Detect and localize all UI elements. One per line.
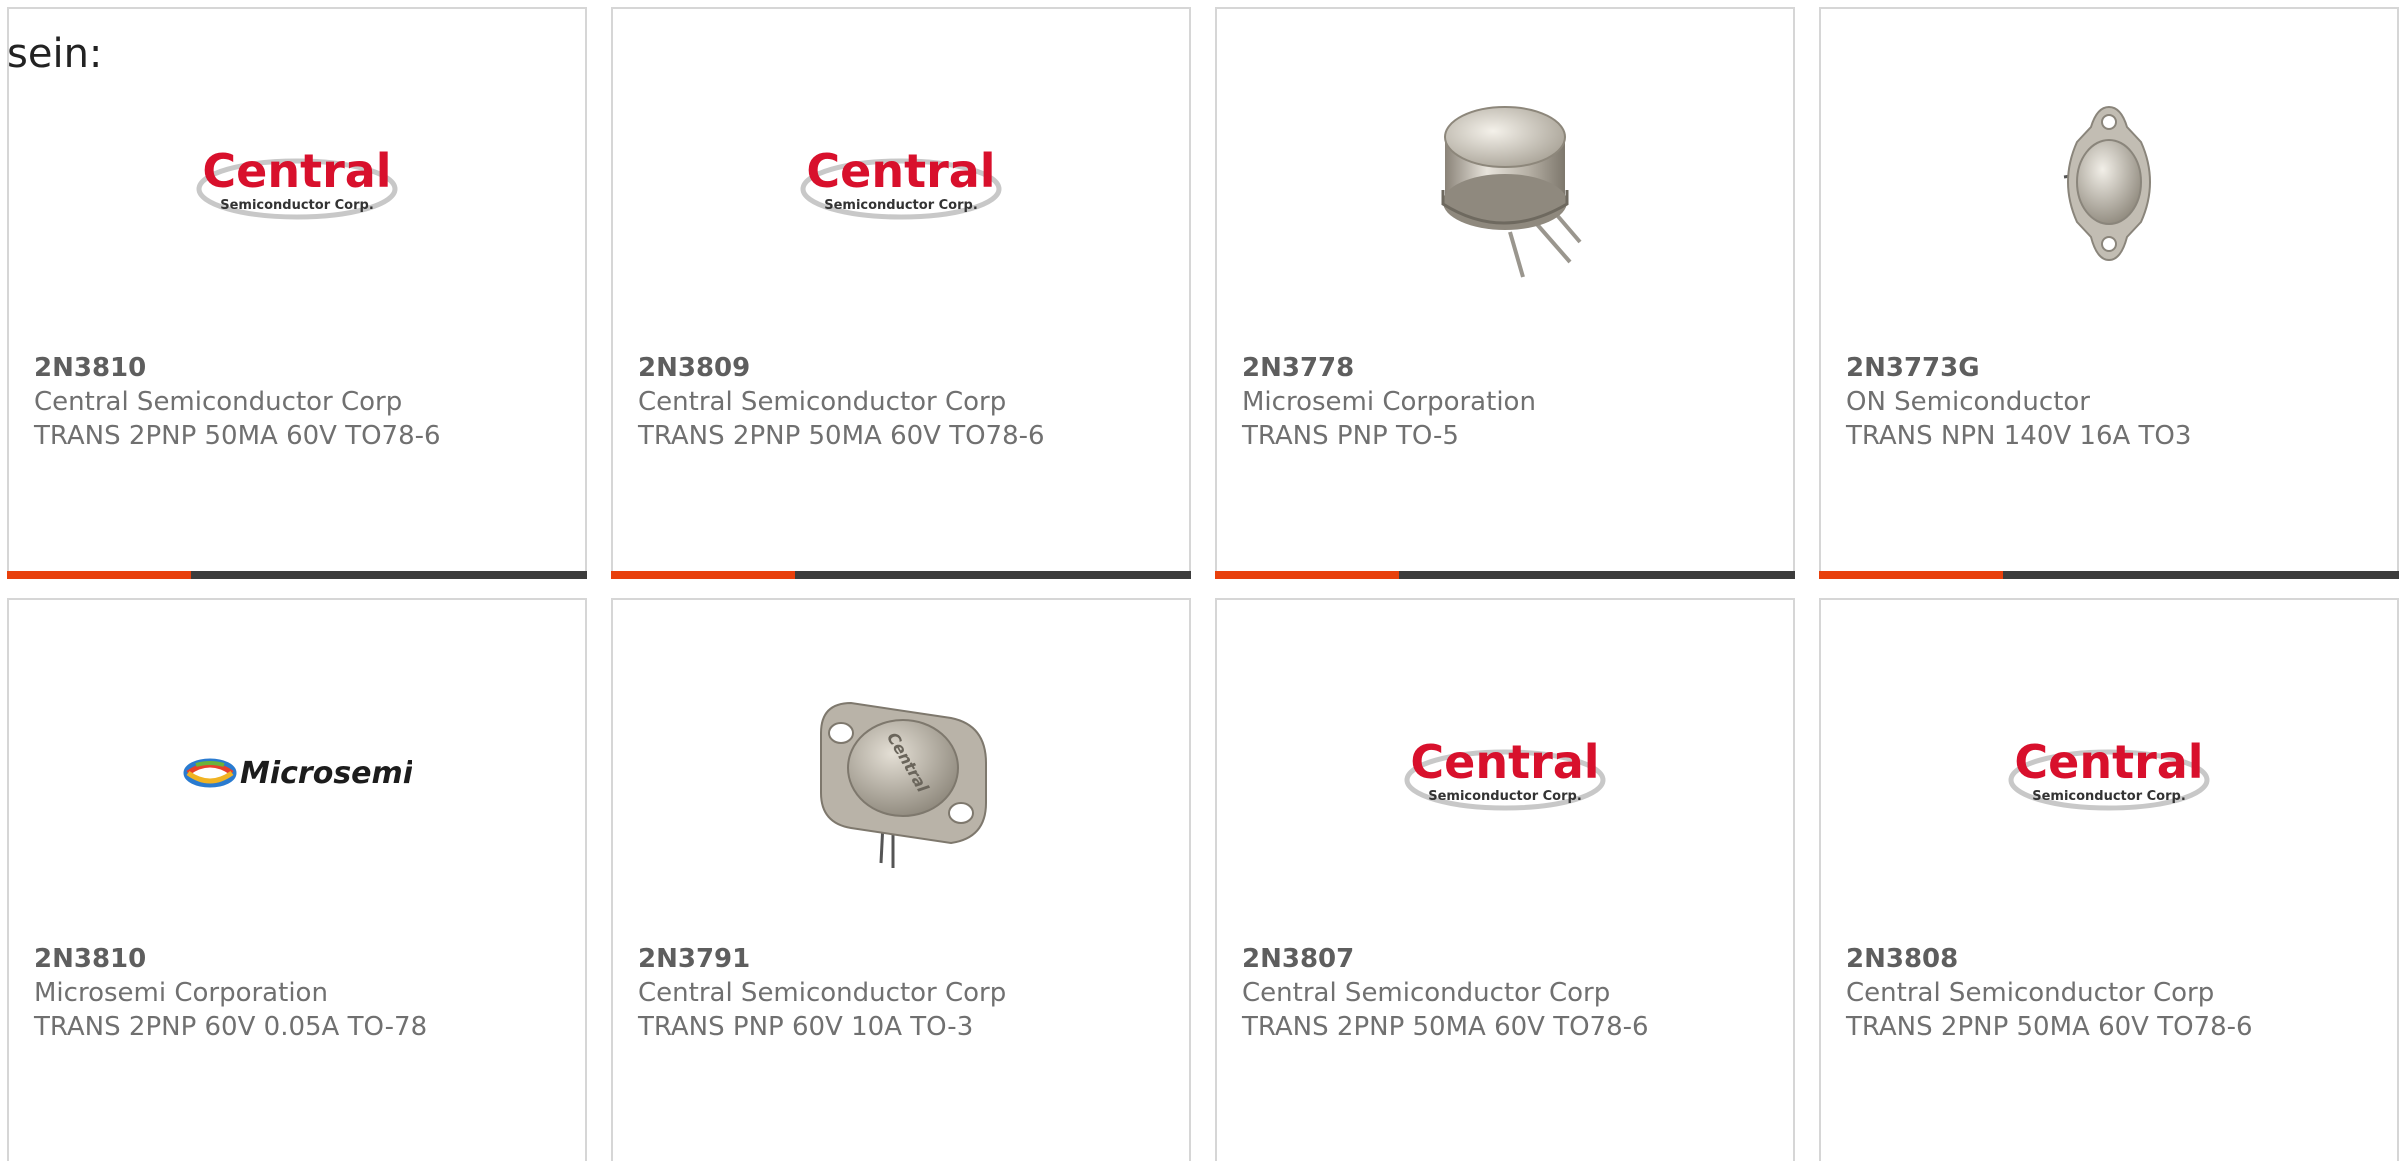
card-bar xyxy=(611,571,1191,579)
svg-text:Central: Central xyxy=(2014,735,2203,789)
card-bar xyxy=(7,571,587,579)
product-image: Central Semiconductor Corp. xyxy=(1217,660,1793,885)
description: TRANS 2PNP 50MA 60V TO78-6 xyxy=(1846,1012,2253,1042)
part-number[interactable]: 2N3808 xyxy=(1846,942,2379,976)
part-number[interactable]: 2N3810 xyxy=(34,942,567,976)
manufacturer: Central Semiconductor Corp xyxy=(34,387,403,417)
product-image: Microsemi xyxy=(9,660,585,885)
product-image: Central xyxy=(613,660,1189,885)
svg-text:Microsemi: Microsemi xyxy=(240,756,412,791)
product-info: 2N3808 Central Semiconductor Corp TRANS … xyxy=(1846,942,2379,1044)
svg-text:Central: Central xyxy=(806,144,995,198)
product-card[interactable]: Central Semiconductor Corp. 2N3808 Centr… xyxy=(1819,598,2399,1161)
product-card[interactable]: 2N3778 Microsemi Corporation TRANS PNP T… xyxy=(1215,7,1795,579)
part-number[interactable]: 2N3809 xyxy=(638,351,1171,385)
manufacturer: ON Semiconductor xyxy=(1846,387,2090,417)
description: TRANS 2PNP 60V 0.05A TO-78 xyxy=(34,1012,428,1042)
manufacturer: Central Semiconductor Corp xyxy=(1846,978,2215,1008)
card-bar-accent xyxy=(7,571,191,579)
svg-text:Semiconductor Corp.: Semiconductor Corp. xyxy=(1428,789,1582,804)
central-semiconductor-logo: Central Semiconductor Corp. xyxy=(196,144,398,219)
manufacturer: Microsemi Corporation xyxy=(34,978,328,1008)
description: TRANS NPN 140V 16A TO3 xyxy=(1846,421,2192,451)
central-semiconductor-logo: Central Semiconductor Corp. xyxy=(800,144,1002,219)
card-bar-accent xyxy=(1215,571,1399,579)
product-card[interactable]: Central Semiconductor Corp. 2N3809 Centr… xyxy=(611,7,1191,579)
card-bar xyxy=(1215,571,1795,579)
description: TRANS 2PNP 50MA 60V TO78-6 xyxy=(1242,1012,1649,1042)
card-bar xyxy=(1819,571,2399,579)
product-info: 2N3778 Microsemi Corporation TRANS PNP T… xyxy=(1242,351,1775,453)
manufacturer: Central Semiconductor Corp xyxy=(638,978,1007,1008)
product-card[interactable]: 2N3773G ON Semiconductor TRANS NPN 140V … xyxy=(1819,7,2399,579)
microsemi-logo: Microsemi xyxy=(183,756,412,791)
svg-text:Semiconductor Corp.: Semiconductor Corp. xyxy=(220,198,374,213)
manufacturer: Central Semiconductor Corp xyxy=(638,387,1007,417)
product-image xyxy=(1217,69,1793,294)
part-number[interactable]: 2N3810 xyxy=(34,351,567,385)
part-number[interactable]: 2N3807 xyxy=(1242,942,1775,976)
description: TRANS 2PNP 50MA 60V TO78-6 xyxy=(34,421,441,451)
to5-can-transistor-photo xyxy=(1441,105,1582,278)
to3-transistor-photo xyxy=(2063,105,2151,261)
product-image xyxy=(1821,69,2397,294)
intro-text: sein: xyxy=(7,31,103,77)
manufacturer: Microsemi Corporation xyxy=(1242,387,1536,417)
central-semiconductor-logo: Central Semiconductor Corp. xyxy=(1404,735,1606,810)
page: sein: Central Semiconductor Corp. 2N3810… xyxy=(0,0,2400,1161)
to3-central-transistor-photo: Central xyxy=(820,701,987,868)
product-image: Central Semiconductor Corp. xyxy=(1821,660,2397,885)
product-card[interactable]: Central Semiconductor Corp. 2N3810 Centr… xyxy=(7,7,587,579)
part-number[interactable]: 2N3791 xyxy=(638,942,1171,976)
central-semiconductor-logo: Central Semiconductor Corp. xyxy=(2008,735,2210,810)
svg-text:Central: Central xyxy=(202,144,391,198)
part-number[interactable]: 2N3773G xyxy=(1846,351,2379,385)
svg-text:Central: Central xyxy=(1410,735,1599,789)
product-card[interactable]: Central Semiconductor Corp. 2N3807 Centr… xyxy=(1215,598,1795,1161)
svg-text:Semiconductor Corp.: Semiconductor Corp. xyxy=(824,198,978,213)
product-image: Central Semiconductor Corp. xyxy=(613,69,1189,294)
manufacturer: Central Semiconductor Corp xyxy=(1242,978,1611,1008)
product-card[interactable]: Microsemi 2N3810 Microsemi Corporation T… xyxy=(7,598,587,1161)
product-info: 2N3809 Central Semiconductor Corp TRANS … xyxy=(638,351,1171,453)
product-image: Central Semiconductor Corp. xyxy=(9,69,585,294)
part-number[interactable]: 2N3778 xyxy=(1242,351,1775,385)
product-grid: Central Semiconductor Corp. 2N3810 Centr… xyxy=(7,7,2399,1161)
product-info: 2N3773G ON Semiconductor TRANS NPN 140V … xyxy=(1846,351,2379,453)
card-bar-accent xyxy=(1819,571,2003,579)
product-info: 2N3810 Microsemi Corporation TRANS 2PNP … xyxy=(34,942,567,1044)
product-info: 2N3791 Central Semiconductor Corp TRANS … xyxy=(638,942,1171,1044)
description: TRANS PNP TO-5 xyxy=(1242,421,1459,451)
product-card[interactable]: Central 2N3791 Central Semiconductor Cor… xyxy=(611,598,1191,1161)
description: TRANS 2PNP 50MA 60V TO78-6 xyxy=(638,421,1045,451)
description: TRANS PNP 60V 10A TO-3 xyxy=(638,1012,974,1042)
product-info: 2N3807 Central Semiconductor Corp TRANS … xyxy=(1242,942,1775,1044)
card-bar-accent xyxy=(611,571,795,579)
svg-text:Semiconductor Corp.: Semiconductor Corp. xyxy=(2032,789,2186,804)
product-info: 2N3810 Central Semiconductor Corp TRANS … xyxy=(34,351,567,453)
